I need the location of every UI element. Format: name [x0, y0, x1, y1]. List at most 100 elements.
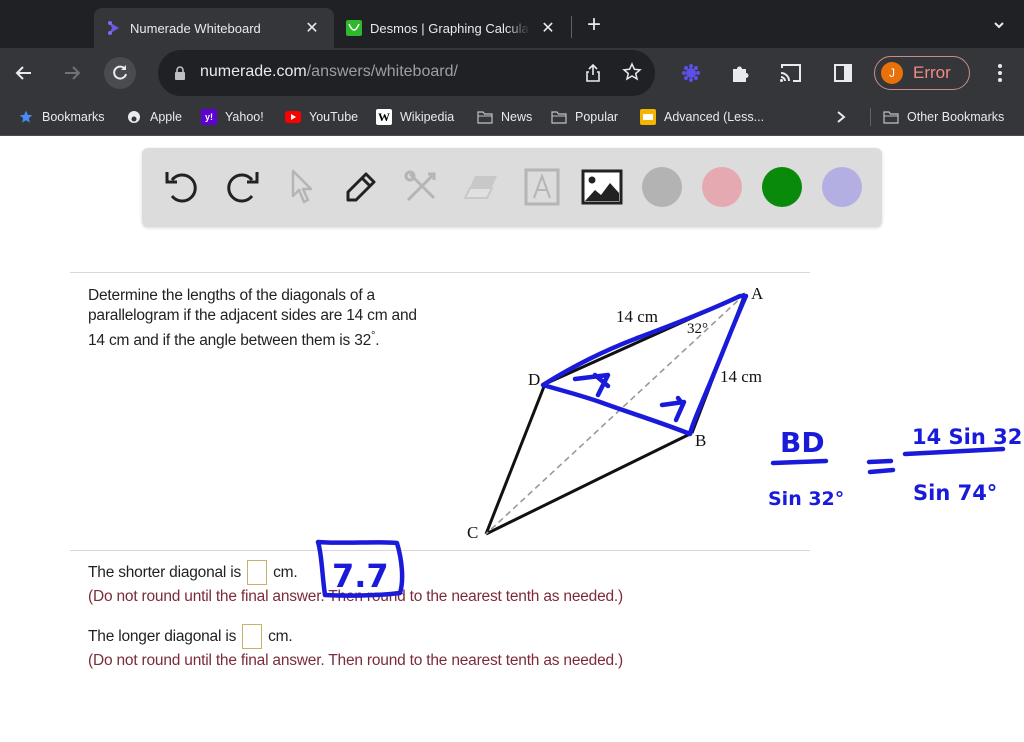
arrow-right-icon	[65, 66, 81, 80]
bookmarks-separator	[870, 108, 871, 126]
url-path: /answers/whiteboard/	[306, 63, 458, 80]
close-tab-icon[interactable]: ✕	[302, 18, 322, 38]
bookmark-youtube[interactable]: YouTube	[285, 108, 358, 126]
extensions-puzzle-icon[interactable]	[727, 60, 753, 86]
bookmark-label: Bookmarks	[42, 110, 105, 124]
longer-diagonal-input[interactable]	[242, 624, 263, 649]
bookmark-yahoo[interactable]: y! Yahoo!	[201, 108, 264, 126]
folder-icon	[477, 109, 493, 125]
diagonal-bd	[544, 383, 693, 434]
folder-icon	[551, 109, 567, 125]
share-icon[interactable]	[584, 63, 602, 88]
pencil-icon	[346, 172, 376, 202]
arrow-left-icon	[15, 66, 31, 80]
text-icon	[524, 168, 560, 206]
problem-line-text: 14 cm and if the angle between them is 3…	[88, 332, 372, 350]
bookmark-label: Apple	[150, 110, 182, 124]
color-swatch-gray[interactable]	[642, 167, 682, 207]
yahoo-icon: y!	[201, 109, 217, 125]
longer-diagonal-label: The longer diagonal is	[88, 627, 237, 645]
bookmark-star-icon[interactable]	[622, 62, 642, 87]
close-tab-icon[interactable]: ✕	[538, 18, 558, 38]
unit-label: cm.	[268, 627, 293, 645]
color-swatch-lavender[interactable]	[822, 167, 862, 207]
pen-tool-button[interactable]	[340, 166, 382, 208]
tools-button[interactable]	[400, 166, 442, 208]
bookmark-label: News	[501, 110, 533, 124]
shorter-diagonal-input[interactable]	[247, 560, 268, 585]
side-cd	[484, 383, 547, 535]
browser-menu-icon[interactable]	[990, 62, 1010, 84]
longer-diagonal-line: The longer diagonal is cm.	[88, 624, 293, 649]
redo-icon	[227, 172, 259, 203]
lock-icon	[174, 66, 186, 85]
vertex-label-d: D	[528, 370, 540, 389]
desmos-icon	[346, 20, 362, 36]
redo-button[interactable]	[221, 166, 263, 208]
tab-desmos[interactable]: Desmos | Graphing Calculator ✕	[334, 8, 570, 48]
eraser-tool-button[interactable]	[460, 166, 502, 208]
eraser-icon	[463, 176, 497, 199]
parallelogram-diagram: A B C D 14 cm 14 cm 32°	[467, 284, 764, 542]
bookmark-label: Popular	[575, 110, 619, 124]
undo-icon	[165, 172, 197, 203]
youtube-icon	[285, 109, 301, 125]
vertex-label-b: B	[695, 431, 706, 450]
shorter-diagonal-label: The shorter diagonal is	[88, 563, 242, 581]
vertex-label-c: C	[467, 523, 478, 542]
select-tool-button[interactable]	[281, 166, 323, 208]
bookmark-advanced[interactable]: Advanced (Less...	[640, 108, 764, 126]
extension-gear-icon[interactable]	[678, 60, 704, 86]
bookmark-wikipedia[interactable]: W Wikipedia	[376, 108, 454, 126]
problem-statement: Determine the lengths of the diagonals o…	[88, 286, 468, 351]
tab-separator	[571, 16, 572, 38]
vertex-label-a: A	[751, 284, 764, 303]
bookmark-other-bookmarks[interactable]: Other Bookmarks	[883, 108, 1004, 126]
shorter-diagonal-line: The shorter diagonal is cm.	[88, 560, 298, 585]
image-tool-button[interactable]	[581, 166, 623, 208]
url-text[interactable]: numerade.com/answers/whiteboard/	[200, 63, 458, 81]
folder-icon	[883, 109, 899, 125]
text-tool-button[interactable]	[521, 166, 563, 208]
reload-button[interactable]	[104, 57, 136, 89]
bookmarks-overflow-chevron-icon[interactable]	[836, 108, 846, 126]
bookmark-label: Other Bookmarks	[907, 110, 1005, 124]
color-swatch-green[interactable]	[762, 167, 802, 207]
profile-error-label: Error	[913, 63, 951, 82]
bookmark-apple[interactable]: Apple	[126, 108, 182, 126]
bookmark-label: Yahoo!	[225, 110, 264, 124]
side-bc	[485, 431, 693, 536]
unit-label: cm.	[273, 563, 298, 581]
side-label-right: 14 cm	[720, 367, 762, 386]
side-panel-icon[interactable]	[830, 60, 856, 86]
numerade-icon	[106, 20, 122, 36]
address-bar[interactable]: numerade.com/answers/whiteboard/	[158, 50, 655, 96]
back-button[interactable]	[8, 57, 40, 89]
star-icon	[18, 109, 34, 125]
cast-icon[interactable]	[778, 60, 804, 86]
problem-line: Determine the lengths of the diagonals o…	[88, 287, 375, 304]
profile-button[interactable]: J Error	[874, 56, 970, 90]
image-icon	[581, 169, 623, 205]
new-tab-button[interactable]: +	[582, 13, 606, 38]
tab-search-chevron-icon[interactable]	[992, 18, 1010, 36]
bookmark-news[interactable]: News	[477, 108, 532, 126]
tab-title: Numerade Whiteboard	[130, 20, 261, 36]
tab-strip: Numerade Whiteboard ✕ Desmos | Graphing …	[0, 0, 1024, 48]
bookmark-label: Wikipedia	[400, 110, 455, 124]
bookmark-popular[interactable]: Popular	[551, 108, 618, 126]
rounding-hint: (Do not round until the final answer. Th…	[88, 652, 623, 669]
color-swatch-pink[interactable]	[702, 167, 742, 207]
undo-button[interactable]	[161, 166, 203, 208]
wrench-screwdriver-icon	[404, 170, 436, 202]
tab-title: Desmos | Graphing Calculator	[370, 20, 530, 36]
tab-numerade-whiteboard[interactable]: Numerade Whiteboard ✕	[94, 8, 334, 48]
bookmark-bookmarks[interactable]: Bookmarks	[18, 108, 105, 126]
slides-icon	[640, 109, 656, 125]
bookmark-label: YouTube	[309, 110, 359, 124]
rounding-hint: (Do not round until the final answer. Th…	[88, 588, 623, 605]
bookmark-label: Advanced (Less...	[664, 110, 765, 124]
problem-line: 14 cm and if the angle between them is 3…	[88, 326, 468, 351]
avatar: J	[881, 62, 903, 84]
forward-button[interactable]	[56, 57, 88, 89]
